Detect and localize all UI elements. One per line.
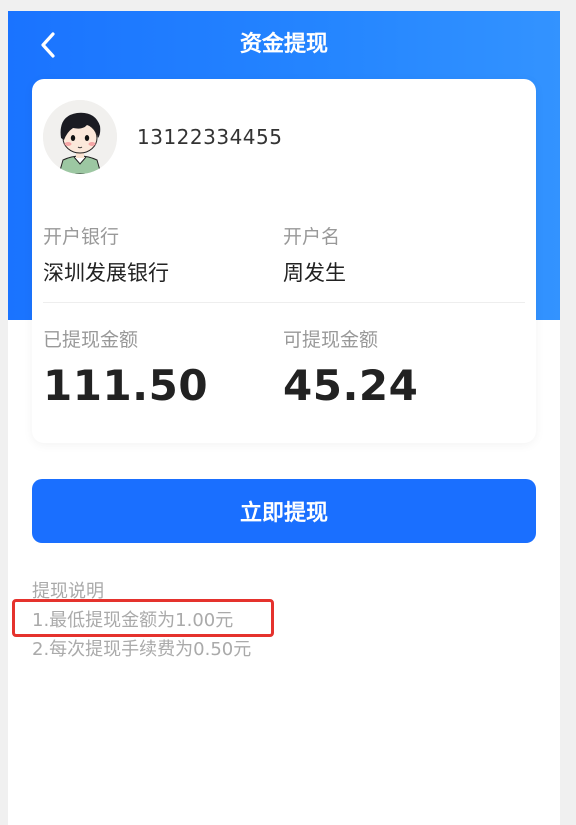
app-frame: 资金提现 13122334455 开户银行 深圳发展银行 开户名 周发生 已提现… — [8, 11, 560, 825]
avatar — [43, 100, 117, 174]
avatar-illustration — [43, 100, 117, 174]
available-amount: 45.24 — [283, 361, 419, 410]
bank-value: 深圳发展银行 — [43, 261, 169, 285]
withdraw-button[interactable]: 立即提现 — [32, 479, 536, 543]
account-card: 13122334455 开户银行 深圳发展银行 开户名 周发生 已提现金额 11… — [32, 79, 536, 443]
withdrawn-label: 已提现金额 — [43, 329, 139, 351]
withdrawn-amount: 111.50 — [43, 361, 209, 410]
bank-label: 开户银行 — [43, 226, 120, 248]
holder-value: 周发生 — [283, 261, 346, 285]
holder-label: 开户名 — [283, 226, 341, 248]
card-divider — [43, 302, 525, 303]
page-title: 资金提现 — [239, 32, 328, 57]
notes-item-fee: 2.每次提现手续费为0.50元 — [32, 639, 252, 660]
annotation-highlight-box — [12, 599, 274, 637]
available-label: 可提现金额 — [283, 329, 379, 351]
phone-number: 13122334455 — [137, 125, 283, 149]
